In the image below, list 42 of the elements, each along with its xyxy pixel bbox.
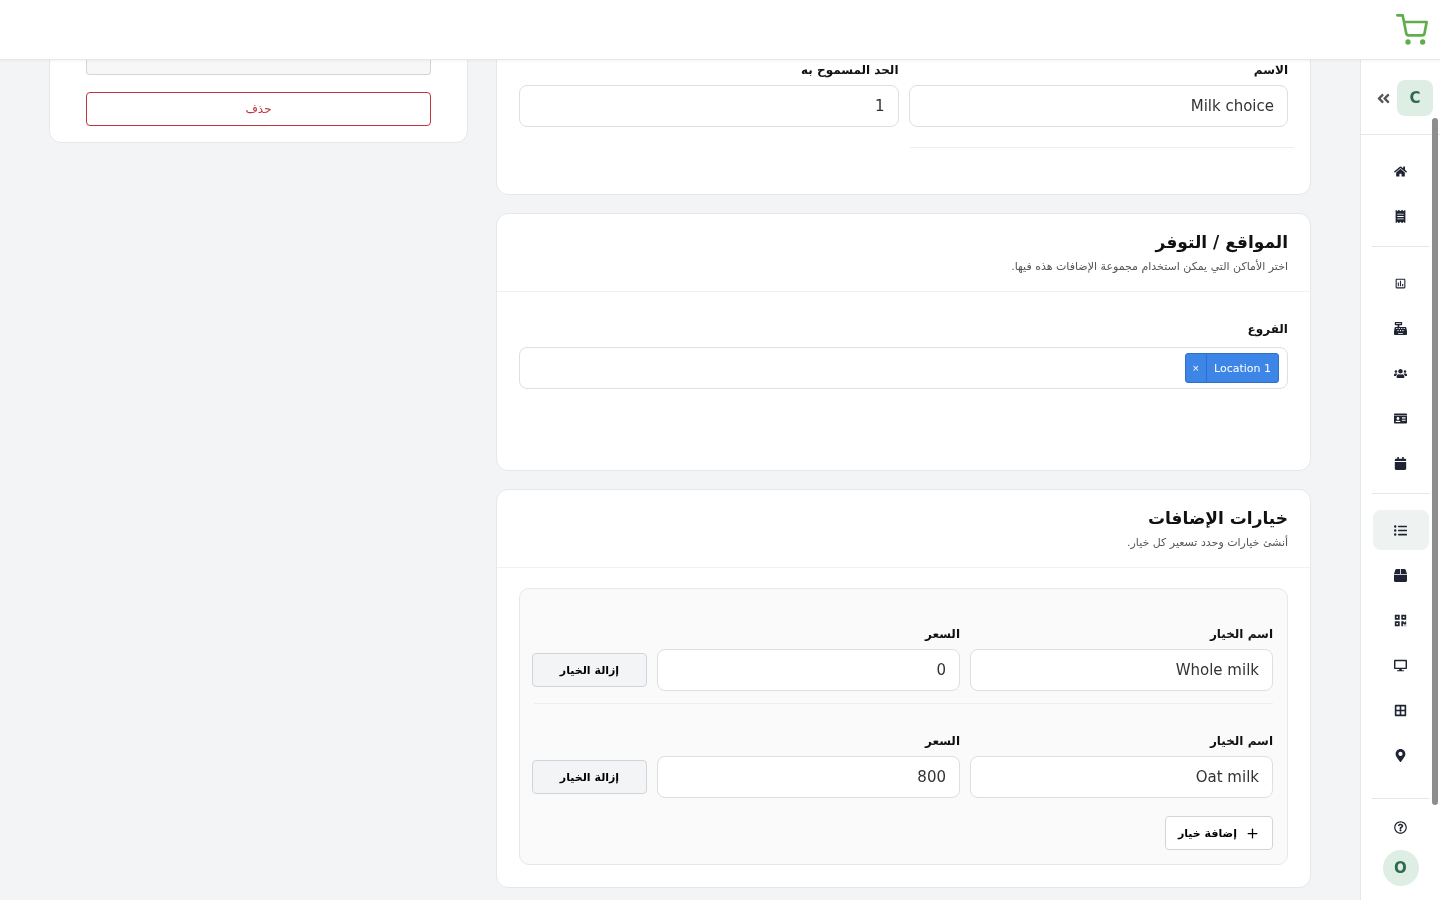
box-icon xyxy=(1394,568,1407,582)
help-icon[interactable] xyxy=(1394,821,1407,834)
field-label: السعر xyxy=(923,627,960,641)
add-option-button[interactable]: إضافة خيار xyxy=(1164,816,1273,850)
cash-register-icon xyxy=(1394,321,1407,335)
input-field[interactable]: 0 xyxy=(657,649,960,691)
field-label: اسم الخيار xyxy=(1208,734,1273,748)
list-icon xyxy=(1394,523,1407,537)
cart-icon xyxy=(1396,13,1428,46)
user-avatar[interactable]: O xyxy=(1382,850,1419,886)
map-pin-icon xyxy=(1394,748,1407,762)
field-label: اسم الخيار xyxy=(1208,627,1273,641)
remove-option-button[interactable]: إزالة الخيار xyxy=(532,760,647,794)
id-card-icon xyxy=(1394,411,1407,425)
plus-icon xyxy=(1245,825,1260,841)
people-icon xyxy=(1394,366,1407,380)
receipt-icon xyxy=(1394,209,1407,223)
input-field[interactable]: 1 xyxy=(519,85,899,127)
input-field[interactable]: 800 xyxy=(657,756,960,798)
monitor-icon xyxy=(1394,658,1407,672)
section-subtitle: اختر الأماكن التي يمكن استخدام مجموعة الإضافات هذه فيها. xyxy=(1010,260,1288,273)
field-label: الفروع xyxy=(1247,322,1288,336)
input-field[interactable]: Oat milk xyxy=(970,756,1273,798)
workspace-avatar[interactable]: C xyxy=(1397,80,1433,116)
field-label: السعر xyxy=(923,734,960,748)
field-label: الاسم xyxy=(1252,63,1288,77)
field-label: الحد المسموح به xyxy=(800,63,899,77)
section-title: المواقع / التوفر xyxy=(1153,232,1288,252)
chart-icon xyxy=(1394,276,1407,290)
delete-button[interactable]: حذف xyxy=(86,92,431,126)
remove-tag-button[interactable]: × xyxy=(1185,354,1207,382)
section-subtitle: أنشئ خيارات وحدد تسعير كل خيار. xyxy=(1126,536,1288,549)
section-title: خيارات الإضافات xyxy=(1146,508,1288,528)
qr-code-icon xyxy=(1394,613,1407,627)
location-tag: Location 1 × xyxy=(1184,353,1279,383)
input-field[interactable]: Milk choice xyxy=(908,85,1288,127)
calendar-icon xyxy=(1394,456,1407,470)
input-field[interactable]: Whole milk xyxy=(970,649,1273,691)
home-icon xyxy=(1394,164,1407,178)
multi-select-field[interactable]: Location 1 × xyxy=(519,347,1288,389)
remove-option-button[interactable]: إزالة الخيار xyxy=(532,653,647,687)
grid-icon xyxy=(1394,703,1407,717)
